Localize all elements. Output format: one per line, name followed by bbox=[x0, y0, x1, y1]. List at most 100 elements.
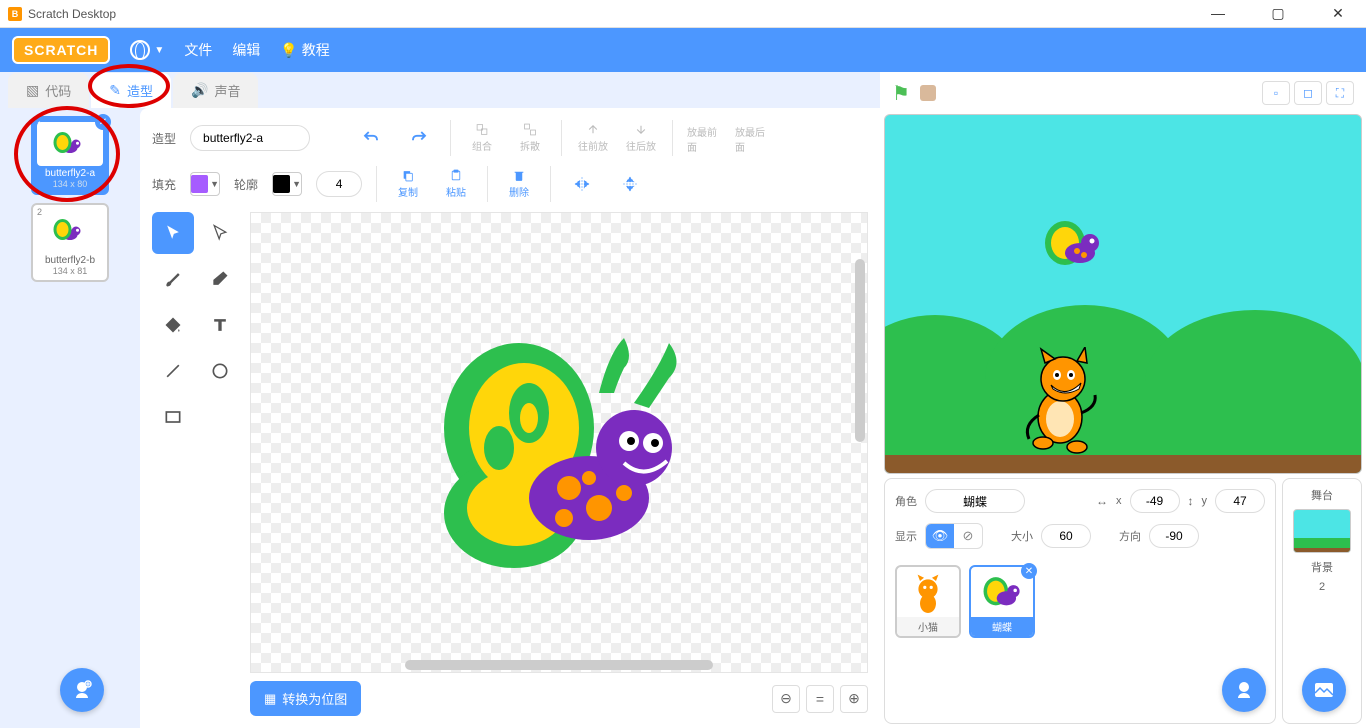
file-menu[interactable]: 文件 bbox=[184, 40, 212, 60]
paint-editor: 造型 组合 拆散 往前放 往后放 放最前面 放最后面 填充 bbox=[140, 108, 880, 728]
add-backdrop-fab[interactable] bbox=[1302, 668, 1346, 712]
sprite-info-panel: 角色 ↔ x ↕ y 显示 👁 ⊘ 大小 bbox=[884, 478, 1276, 724]
tutorials-menu[interactable]: 💡 教程 bbox=[280, 40, 329, 60]
show-hidden-button[interactable]: ⊘ bbox=[954, 524, 982, 548]
scratch-logo[interactable]: SCRATCH bbox=[12, 36, 110, 64]
edit-menu[interactable]: 编辑 bbox=[232, 40, 260, 60]
paint-canvas[interactable] bbox=[250, 212, 868, 673]
stage-sprite-butterfly[interactable] bbox=[1035, 215, 1115, 275]
costume-list: 1 ✕ butterfly2-a 134 x 80 2 butterfly2-b… bbox=[0, 108, 140, 728]
redo-button[interactable] bbox=[402, 123, 436, 153]
show-visible-button[interactable]: 👁 bbox=[926, 524, 954, 548]
undo-button[interactable] bbox=[354, 123, 388, 153]
sprite-item-butterfly[interactable]: ✕ 蝴蝶 bbox=[969, 565, 1035, 638]
brush-tool[interactable] bbox=[152, 258, 194, 300]
reshape-tool[interactable] bbox=[199, 212, 241, 254]
costume-name-label: 造型 bbox=[152, 130, 176, 147]
backward-button[interactable]: 往后放 bbox=[624, 123, 658, 153]
canvas-scrollbar-vertical[interactable] bbox=[855, 259, 865, 443]
sprite-direction-input[interactable] bbox=[1149, 524, 1199, 548]
add-costume-fab[interactable] bbox=[60, 668, 104, 712]
select-tool[interactable] bbox=[152, 212, 194, 254]
eraser-tool[interactable] bbox=[199, 258, 241, 300]
backdrop-count: 2 bbox=[1319, 581, 1325, 593]
stage-large-button[interactable]: ◻ bbox=[1294, 81, 1322, 105]
sprite-size-input[interactable] bbox=[1041, 524, 1091, 548]
direction-label: 方向 bbox=[1119, 528, 1141, 544]
green-flag-button[interactable]: ⚑ bbox=[892, 81, 910, 106]
stage-thumbnail[interactable] bbox=[1293, 509, 1351, 553]
canvas-scrollbar-horizontal[interactable] bbox=[405, 660, 713, 670]
outline-width-input[interactable] bbox=[316, 171, 362, 197]
lightbulb-icon: 💡 bbox=[280, 42, 297, 59]
line-tool[interactable] bbox=[152, 350, 194, 392]
outline-color-picker[interactable]: ▼ bbox=[272, 172, 302, 196]
xy-arrows-icon: ↔ bbox=[1096, 494, 1108, 508]
costume-name-input[interactable] bbox=[190, 125, 310, 151]
text-tool[interactable] bbox=[199, 304, 241, 346]
stage-header: ⚑ ▫ ◻ ⛶ bbox=[884, 76, 1362, 110]
tool-palette bbox=[152, 212, 242, 716]
delete-button[interactable]: 删除 bbox=[502, 169, 536, 199]
tab-costumes[interactable]: ✎ 造型 bbox=[91, 73, 171, 108]
chevron-down-icon: ▼ bbox=[154, 45, 164, 56]
zoom-reset-button[interactable]: = bbox=[806, 685, 834, 713]
flip-vertical-button[interactable] bbox=[613, 169, 647, 199]
outline-label: 轮廓 bbox=[234, 176, 258, 193]
sprite-name-input[interactable] bbox=[925, 489, 1025, 513]
brush-icon: ✎ bbox=[109, 82, 121, 99]
minimize-button[interactable]: — bbox=[1198, 5, 1238, 22]
sprite-name-label: 角色 bbox=[895, 493, 917, 509]
menubar: SCRATCH ▼ 文件 编辑 💡 教程 bbox=[0, 28, 1366, 72]
stage-fullscreen-button[interactable]: ⛶ bbox=[1326, 81, 1354, 105]
app-title: Scratch Desktop bbox=[28, 7, 116, 21]
delete-costume-icon[interactable]: ✕ bbox=[95, 114, 111, 130]
zoom-out-button[interactable]: ⊖ bbox=[772, 685, 800, 713]
circle-tool[interactable] bbox=[199, 350, 241, 392]
stage-sprite-cat[interactable] bbox=[1015, 347, 1105, 457]
convert-bitmap-button[interactable]: ▦ 转换为位图 bbox=[250, 681, 361, 716]
sprite-list: 小猫 ✕ 蝴蝶 bbox=[895, 565, 1265, 638]
sprite-item-cat[interactable]: 小猫 bbox=[895, 565, 961, 638]
forward-button[interactable]: 往前放 bbox=[576, 123, 610, 153]
stop-button[interactable] bbox=[920, 85, 936, 101]
language-menu[interactable]: ▼ bbox=[130, 40, 164, 60]
tab-code[interactable]: ▧ 代码 bbox=[8, 73, 89, 108]
tab-sounds[interactable]: 🔊 声音 bbox=[173, 73, 258, 108]
rect-tool[interactable] bbox=[152, 396, 194, 438]
backdrop-label: 背景 bbox=[1311, 559, 1333, 575]
globe-icon bbox=[130, 40, 150, 60]
group-button[interactable]: 组合 bbox=[465, 123, 499, 153]
costume-thumb-1[interactable]: 1 ✕ butterfly2-a 134 x 80 bbox=[31, 116, 109, 195]
stage[interactable] bbox=[884, 114, 1362, 474]
sprite-y-input[interactable] bbox=[1215, 489, 1265, 513]
tabs: ▧ 代码 ✎ 造型 🔊 声音 bbox=[0, 72, 880, 108]
maximize-button[interactable]: ▢ bbox=[1258, 5, 1298, 22]
convert-icon: ▦ bbox=[264, 691, 276, 707]
flip-horizontal-button[interactable] bbox=[565, 169, 599, 199]
zoom-in-button[interactable]: ⊕ bbox=[840, 685, 868, 713]
stage-small-button[interactable]: ▫ bbox=[1262, 81, 1290, 105]
close-button[interactable]: ✕ bbox=[1318, 5, 1358, 22]
costume-preview bbox=[37, 209, 103, 253]
costume-thumb-2[interactable]: 2 butterfly2-b 134 x 81 bbox=[31, 203, 109, 282]
code-icon: ▧ bbox=[26, 82, 39, 99]
delete-sprite-icon[interactable]: ✕ bbox=[1021, 563, 1037, 579]
size-label: 大小 bbox=[1011, 528, 1033, 544]
sprite-x-input[interactable] bbox=[1130, 489, 1180, 513]
y-arrows-icon: ↕ bbox=[1188, 494, 1194, 508]
front-button[interactable]: 放最前面 bbox=[687, 123, 721, 153]
add-sprite-fab[interactable] bbox=[1222, 668, 1266, 712]
stage-label: 舞台 bbox=[1311, 487, 1333, 503]
sound-icon: 🔊 bbox=[191, 82, 208, 99]
costume-preview bbox=[37, 122, 103, 166]
fill-tool[interactable] bbox=[152, 304, 194, 346]
ungroup-button[interactable]: 拆散 bbox=[513, 123, 547, 153]
fill-label: 填充 bbox=[152, 176, 176, 193]
fill-color-picker[interactable]: ▼ bbox=[190, 172, 220, 196]
paste-button[interactable]: 粘贴 bbox=[439, 169, 473, 199]
back-button[interactable]: 放最后面 bbox=[735, 123, 769, 153]
app-icon bbox=[8, 7, 22, 21]
titlebar: Scratch Desktop — ▢ ✕ bbox=[0, 0, 1366, 28]
copy-button[interactable]: 复制 bbox=[391, 169, 425, 199]
